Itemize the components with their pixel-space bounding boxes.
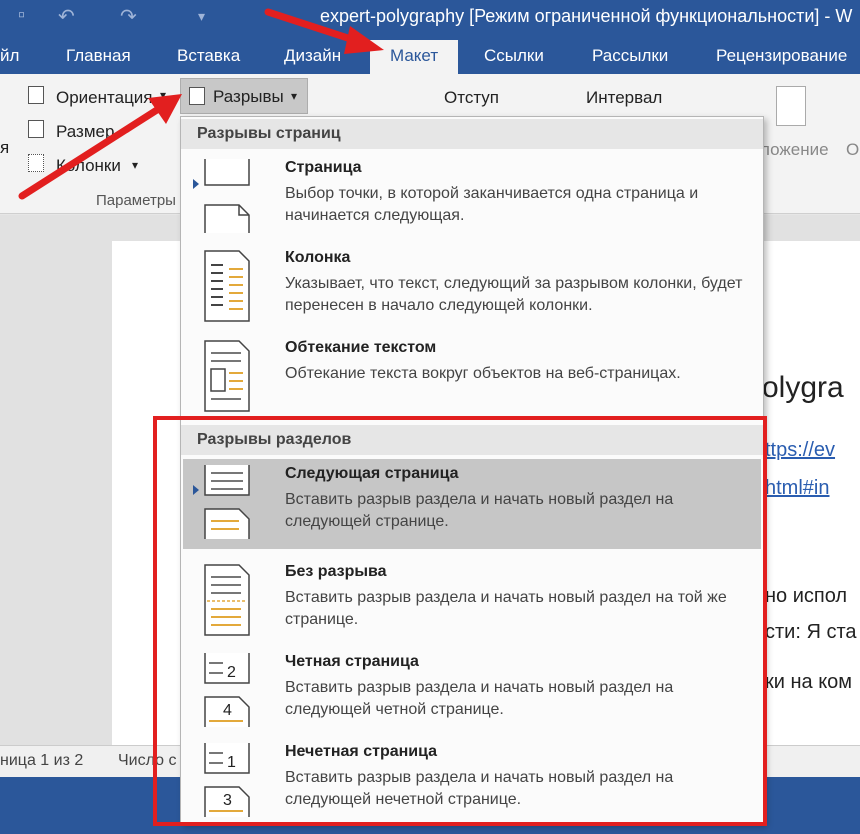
- arrow-to-layout-tab-icon: [264, 8, 384, 54]
- annotation-arrows: [18, 8, 384, 200]
- arrow-to-breaks-icon: [18, 94, 182, 200]
